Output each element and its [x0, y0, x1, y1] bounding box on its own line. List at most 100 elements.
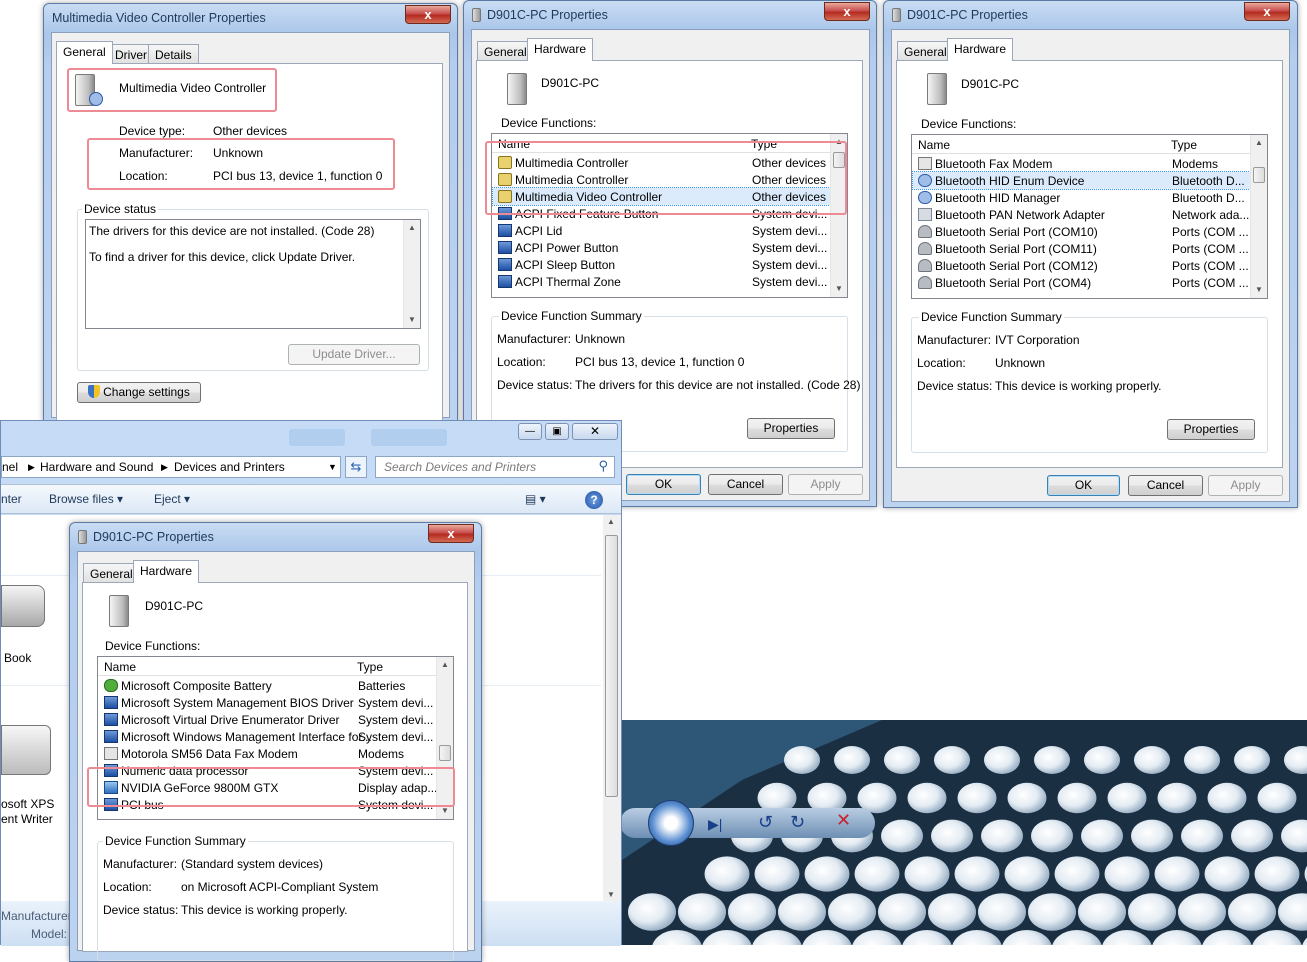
scroll-thumb[interactable]	[1253, 167, 1265, 183]
rotate-left-icon[interactable]: ↺	[758, 812, 773, 833]
scroll-up-arrow-icon[interactable]: ▲	[1251, 135, 1267, 151]
toolbar-eject-button[interactable]: Eject ▾	[154, 492, 190, 506]
list-item[interactable]: Multimedia ControllerOther devices	[493, 154, 830, 171]
apply-button[interactable]: Apply	[788, 474, 863, 495]
tab-hardware[interactable]: Hardware	[527, 38, 593, 61]
list-scrollbar[interactable]: ▲ ▼	[436, 657, 453, 819]
tab-hardware[interactable]: Hardware	[947, 38, 1013, 61]
list-item[interactable]: Bluetooth Serial Port (COM10)Ports (COM …	[913, 223, 1250, 240]
column-name-header[interactable]: Name	[104, 660, 136, 674]
toolbar-browse-files-button[interactable]: Browse files ▾	[49, 492, 123, 506]
scroll-up-arrow-icon[interactable]: ▲	[831, 134, 847, 150]
list-item[interactable]: Bluetooth HID ManagerBluetooth D...	[913, 189, 1250, 206]
address-dropdown-icon[interactable]: ▼	[328, 462, 337, 472]
refresh-icon[interactable]: ⇆	[345, 456, 367, 478]
view-options-icon[interactable]: ▤ ▾	[525, 492, 546, 506]
device-functions-list[interactable]: Name Type Microsoft Composite BatteryBat…	[97, 656, 454, 820]
tab-general[interactable]: General	[477, 41, 534, 61]
content-scrollbar[interactable]: ▲ ▼	[603, 515, 621, 901]
column-type-header[interactable]: Type	[1171, 138, 1197, 152]
close-button[interactable]: x	[1244, 2, 1290, 21]
scroll-up-arrow-icon[interactable]: ▲	[437, 657, 453, 673]
column-name-header[interactable]: Name	[918, 138, 950, 152]
list-item[interactable]: ACPI LidSystem devi...	[493, 222, 830, 239]
list-item[interactable]: Bluetooth HID Enum DeviceBluetooth D...	[913, 172, 1250, 189]
search-input[interactable]: Search Devices and Printers ⚲	[375, 456, 615, 478]
close-button[interactable]: x	[405, 5, 451, 24]
column-name-header[interactable]: Name	[498, 137, 530, 151]
device-functions-list[interactable]: Name Type Multimedia ControllerOther dev…	[491, 133, 848, 298]
tab-details[interactable]: Details	[148, 44, 199, 64]
scroll-thumb[interactable]	[439, 745, 451, 761]
next-icon[interactable]: ▶|	[708, 816, 722, 833]
minimize-button[interactable]: —	[518, 423, 542, 440]
properties-button[interactable]: Properties	[747, 418, 835, 439]
breadcrumb-hardware-and-sound[interactable]: Hardware and Sound	[40, 460, 153, 474]
device-functions-list[interactable]: Name Type Bluetooth Fax ModemModemsBluet…	[911, 134, 1268, 299]
list-item[interactable]: Microsoft Virtual Drive Enumerator Drive…	[99, 711, 436, 728]
toolbar-printer-button[interactable]: nter	[1, 492, 22, 506]
printer-icon[interactable]	[1, 725, 51, 775]
list-item[interactable]: Multimedia Video ControllerOther devices	[493, 188, 830, 205]
list-item[interactable]: Bluetooth PAN Network AdapterNetwork ada…	[913, 206, 1250, 223]
scroll-down-arrow-icon[interactable]: ▼	[437, 803, 453, 819]
scroll-down-arrow-icon[interactable]: ▼	[831, 281, 847, 297]
scroll-down-arrow-icon[interactable]: ▼	[404, 312, 420, 328]
tab-general[interactable]: General	[897, 41, 954, 61]
tab-hardware[interactable]: Hardware	[133, 560, 199, 583]
scroll-down-arrow-icon[interactable]: ▼	[1251, 282, 1267, 298]
device-label[interactable]: osoft XPS	[1, 797, 54, 811]
cancel-button[interactable]: Cancel	[1128, 475, 1203, 496]
scroll-thumb[interactable]	[605, 535, 618, 797]
list-scrollbar[interactable]: ▲ ▼	[830, 134, 847, 297]
apply-button[interactable]: Apply	[1208, 475, 1283, 496]
list-item[interactable]: Numeric data processorSystem devi...	[99, 762, 436, 779]
list-item[interactable]: Motorola SM56 Data Fax ModemModems	[99, 745, 436, 762]
change-settings-button[interactable]: Change settings	[77, 382, 201, 403]
ok-button[interactable]: OK	[1047, 475, 1120, 496]
search-icon[interactable]: ⚲	[598, 458, 608, 474]
delete-icon[interactable]: ✕	[836, 810, 851, 831]
help-icon[interactable]: ?	[585, 491, 603, 509]
tab-general[interactable]: General	[56, 41, 113, 64]
slideshow-button[interactable]	[648, 800, 694, 846]
list-item[interactable]: Bluetooth Serial Port (COM12)Ports (COM …	[913, 257, 1250, 274]
list-item[interactable]: Microsoft Windows Management Interface f…	[99, 728, 436, 745]
list-item[interactable]: Bluetooth Serial Port (COM11)Ports (COM …	[913, 240, 1250, 257]
address-bar[interactable]: nel ▶ Hardware and Sound ▶ Devices and P…	[1, 456, 341, 478]
update-driver-button[interactable]: Update Driver...	[288, 344, 420, 365]
column-type-header[interactable]: Type	[751, 137, 777, 151]
list-scrollbar[interactable]: ▲ ▼	[1250, 135, 1267, 298]
cancel-button[interactable]: Cancel	[708, 474, 783, 495]
scroll-down-arrow-icon[interactable]: ▼	[607, 890, 615, 899]
scroll-up-arrow-icon[interactable]: ▲	[404, 220, 420, 236]
list-item[interactable]: ACPI Sleep ButtonSystem devi...	[493, 256, 830, 273]
device-status-textbox[interactable]: The drivers for this device are not inst…	[85, 219, 421, 329]
properties-button[interactable]: Properties	[1167, 419, 1255, 440]
ok-button[interactable]: OK	[626, 474, 701, 495]
list-item[interactable]: NVIDIA GeForce 9800M GTXDisplay adap...	[99, 779, 436, 796]
external-drive-icon[interactable]	[1, 585, 45, 627]
list-item[interactable]: Bluetooth Fax ModemModems	[913, 155, 1250, 172]
device-label[interactable]: ent Writer	[1, 812, 53, 826]
list-item[interactable]: Multimedia ControllerOther devices	[493, 171, 830, 188]
maximize-button[interactable]: ▣	[545, 423, 569, 440]
scroll-up-arrow-icon[interactable]: ▲	[607, 517, 615, 526]
tab-general[interactable]: General	[83, 563, 140, 583]
breadcrumb-devices-and-printers[interactable]: Devices and Printers	[174, 460, 285, 474]
scroll-thumb[interactable]	[833, 152, 845, 168]
list-item[interactable]: ACPI Power ButtonSystem devi...	[493, 239, 830, 256]
list-item[interactable]: Microsoft Composite BatteryBatteries	[99, 677, 436, 694]
status-scrollbar[interactable]: ▲ ▼	[403, 220, 420, 328]
rotate-right-icon[interactable]: ↻	[790, 812, 805, 833]
column-type-header[interactable]: Type	[357, 660, 383, 674]
list-item[interactable]: Bluetooth Serial Port (COM4)Ports (COM .…	[913, 274, 1250, 291]
list-item[interactable]: PCI busSystem devi...	[99, 796, 436, 813]
list-item[interactable]: ACPI Thermal ZoneSystem devi...	[493, 273, 830, 290]
close-button[interactable]: x	[824, 2, 870, 21]
list-item[interactable]: ACPI Fixed Feature ButtonSystem devi...	[493, 205, 830, 222]
close-icon[interactable]: ✕	[572, 423, 618, 440]
breadcrumb-control-panel[interactable]: nel	[2, 460, 18, 474]
list-item[interactable]: Microsoft System Management BIOS DriverS…	[99, 694, 436, 711]
device-label[interactable]: Book	[4, 651, 31, 665]
